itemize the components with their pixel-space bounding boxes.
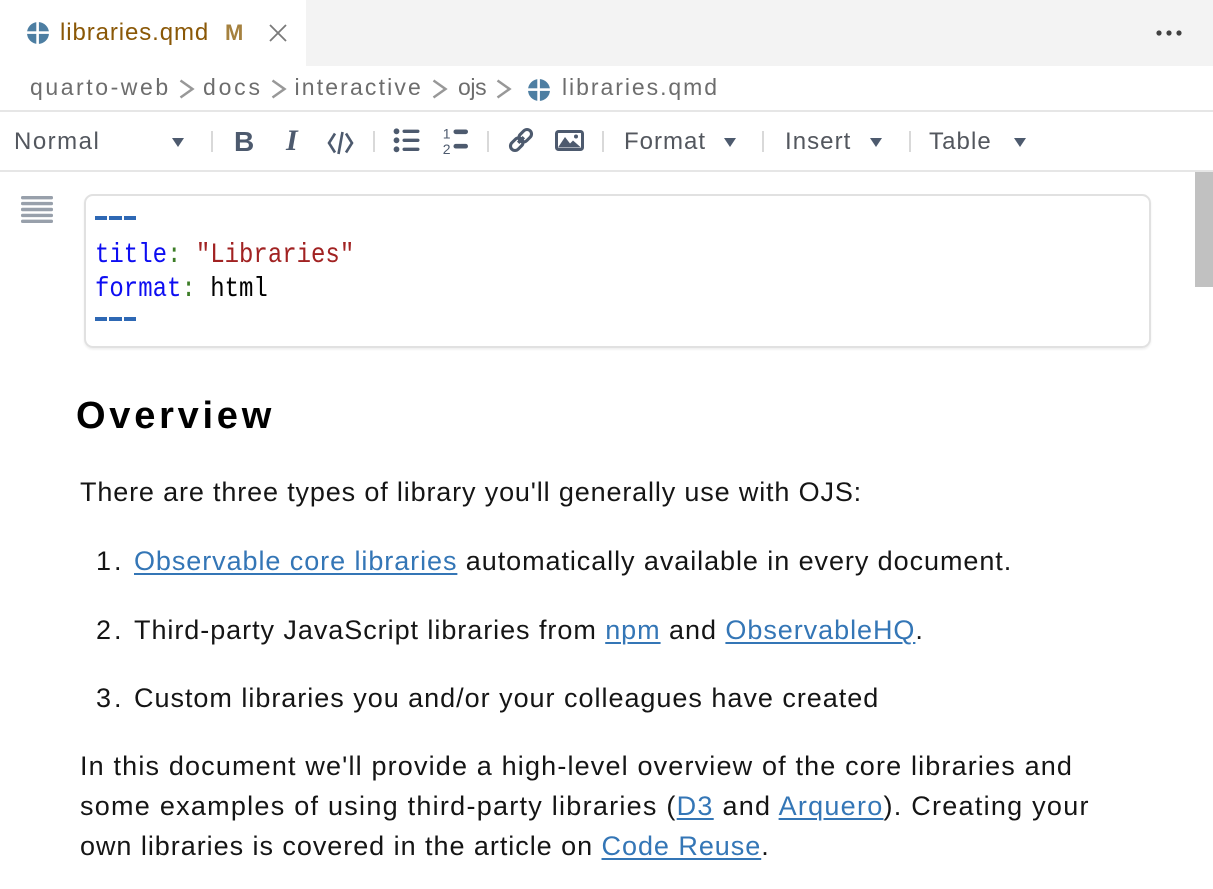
svg-text:1: 1 <box>443 127 451 141</box>
svg-text:2: 2 <box>443 141 451 155</box>
